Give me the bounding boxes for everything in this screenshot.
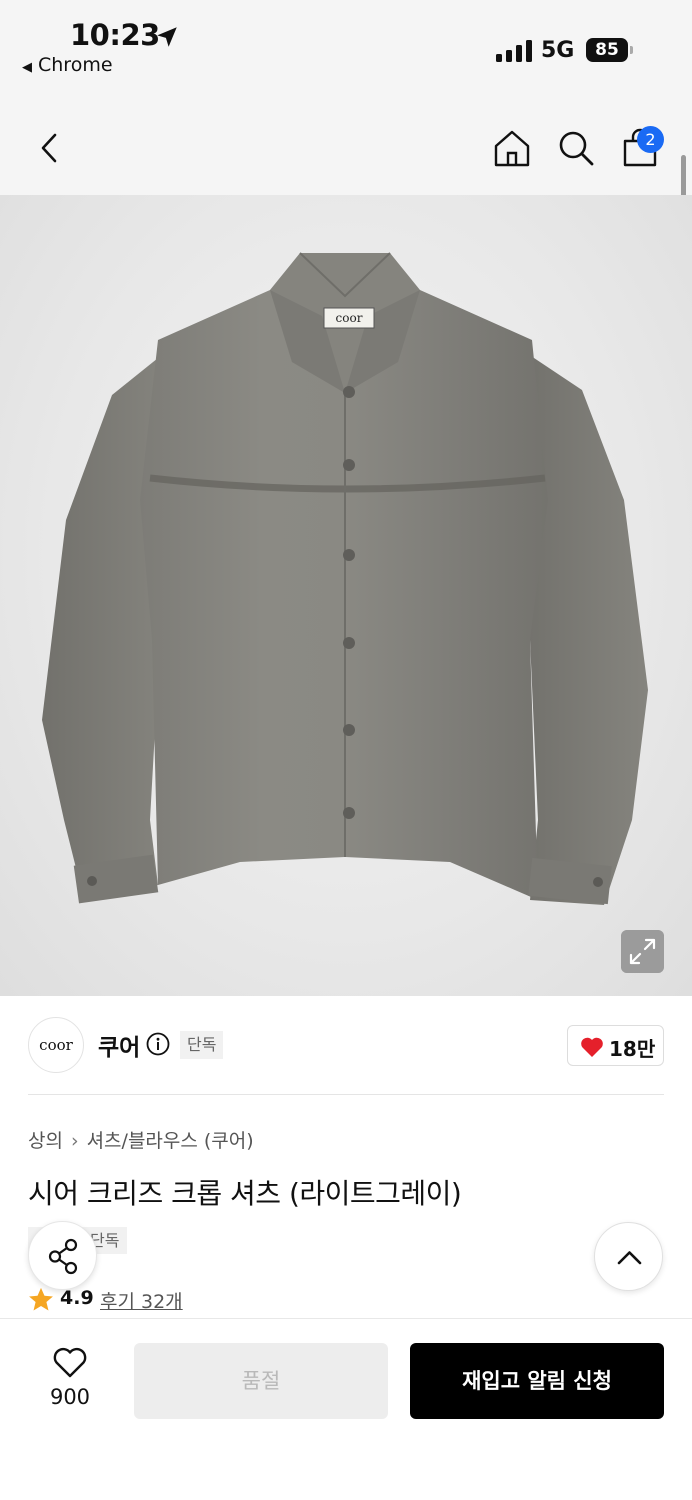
back-to-app-link[interactable]: ◀ Chrome: [22, 54, 113, 76]
back-triangle-icon: ◀: [22, 60, 32, 75]
brand-row: coor 쿠어 단독 18만: [0, 996, 692, 1096]
bottom-action-bar: 900 품절 재입고 알림 신청: [0, 1318, 692, 1500]
heart-outline-icon: [53, 1347, 87, 1378]
search-icon[interactable]: [556, 128, 596, 168]
reviews-link[interactable]: 후기 32개: [100, 1287, 183, 1314]
chevron-right-icon: ›: [70, 1130, 79, 1152]
share-button[interactable]: [28, 1221, 97, 1290]
restock-alert-button[interactable]: 재입고 알림 신청: [410, 1343, 664, 1419]
brand-like-button[interactable]: 18만: [567, 1025, 664, 1066]
scroll-to-top-button[interactable]: [594, 1222, 663, 1291]
breadcrumb: 상의 › 셔츠/블라우스 (쿠어): [28, 1126, 254, 1153]
wishlist-count: 900: [49, 1385, 91, 1409]
battery-icon: 85: [586, 38, 628, 62]
nav-bar: [0, 98, 692, 195]
chevron-left-icon[interactable]: [30, 128, 70, 168]
product-title: 시어 크리즈 크롭 셔츠 (라이트그레이): [28, 1177, 462, 1210]
expand-image-icon[interactable]: [621, 930, 664, 973]
status-time: 10:23: [70, 18, 160, 52]
status-bar: 10:23 ◀ Chrome 5G 85: [0, 0, 692, 98]
brand-like-count: 18만: [609, 1037, 656, 1061]
home-icon[interactable]: [492, 128, 532, 168]
brand-name[interactable]: 쿠어: [98, 1028, 140, 1062]
back-app-label: Chrome: [38, 54, 113, 76]
share-icon: [48, 1238, 78, 1275]
network-type: 5G: [541, 38, 575, 63]
info-icon[interactable]: [146, 1032, 170, 1056]
cellular-signal-icon: [496, 40, 532, 62]
exclusive-badge: 단독: [180, 1031, 224, 1059]
breadcrumb-item[interactable]: 셔츠/블라우스 (쿠어): [87, 1130, 254, 1152]
shirt-brand-label: coor: [335, 311, 363, 325]
brand-logo[interactable]: coor: [28, 1017, 84, 1073]
chevron-up-icon: [617, 1251, 642, 1265]
wishlist-button[interactable]: 900: [28, 1345, 112, 1419]
divider: [28, 1094, 664, 1095]
breadcrumb-item[interactable]: 상의: [28, 1130, 63, 1152]
cart-count-badge: 2: [637, 126, 664, 153]
heart-filled-icon: [581, 1037, 603, 1057]
product-image[interactable]: coor: [0, 195, 692, 996]
soldout-button[interactable]: 품절: [134, 1343, 388, 1419]
battery-tip: [630, 46, 633, 54]
battery-level: 85: [595, 40, 619, 60]
location-arrow-icon: [157, 27, 177, 47]
